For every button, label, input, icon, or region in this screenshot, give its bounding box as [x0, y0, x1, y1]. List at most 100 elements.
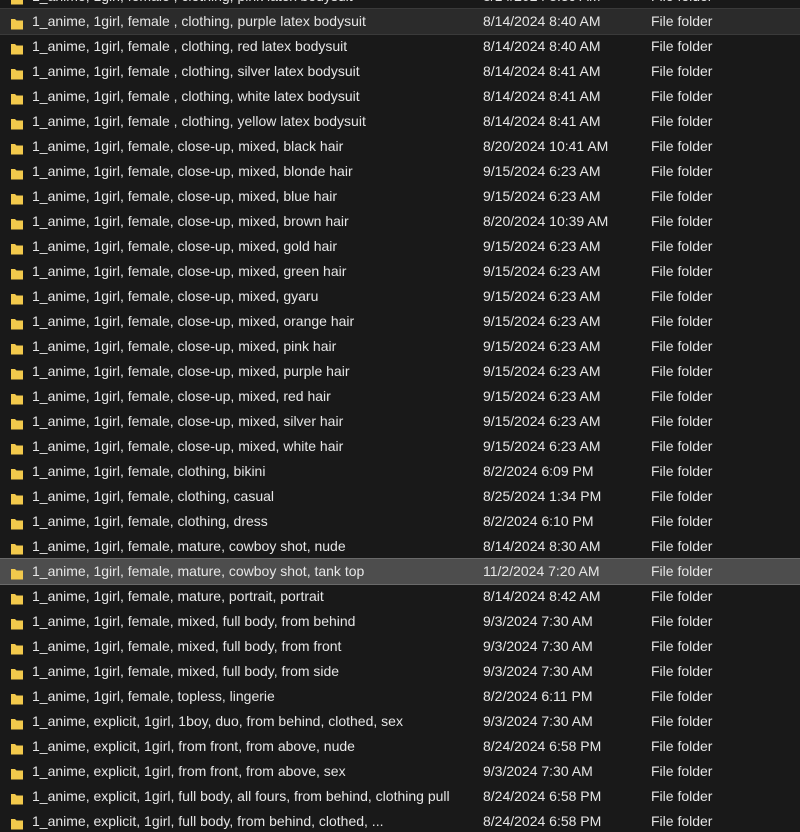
file-row[interactable]: 1_anime, 1girl, female , clothing, red l…	[0, 34, 800, 59]
file-row[interactable]: 1_anime, 1girl, female, close-up, mixed,…	[0, 359, 800, 384]
date-modified: 9/3/2024 7:30 AM	[483, 663, 593, 679]
file-row[interactable]: 1_anime, 1girl, female, topless, lingeri…	[0, 684, 800, 709]
file-row[interactable]: 1_anime, 1girl, female, clothing, dress 8…	[0, 509, 800, 534]
file-name: 1_anime, 1girl, female , clothing, white…	[32, 88, 360, 104]
date-modified: 8/14/2024 8:40 AM	[483, 13, 601, 29]
folder-icon	[10, 414, 24, 430]
folder-icon	[10, 589, 24, 605]
date-modified: 9/15/2024 6:23 AM	[483, 238, 601, 254]
file-type: File folder	[651, 588, 713, 604]
file-type: File folder	[651, 413, 713, 429]
folder-icon	[10, 739, 24, 755]
file-type: File folder	[651, 163, 713, 179]
file-row[interactable]: 1_anime, 1girl, female , clothing, pink …	[0, 0, 800, 9]
file-type: File folder	[651, 613, 713, 629]
file-type: File folder	[651, 38, 713, 54]
file-name: 1_anime, 1girl, female, close-up, mixed,…	[32, 163, 353, 179]
file-row[interactable]: 1_anime, 1girl, female, close-up, mixed,…	[0, 184, 800, 209]
file-row[interactable]: 1_anime, 1girl, female, close-up, mixed,…	[0, 134, 800, 159]
file-row[interactable]: 1_anime, 1girl, female, close-up, mixed,…	[0, 159, 800, 184]
date-modified: 9/3/2024 7:30 AM	[483, 613, 593, 629]
file-type: File folder	[651, 538, 713, 554]
folder-icon	[10, 314, 24, 330]
folder-icon	[10, 614, 24, 630]
date-modified: 9/15/2024 6:23 AM	[483, 388, 601, 404]
date-modified: 9/15/2024 6:23 AM	[483, 363, 601, 379]
file-row[interactable]: 1_anime, 1girl, female, close-up, mixed,…	[0, 309, 800, 334]
file-list: 1_anime, 1girl, female , clothing, pink …	[0, 0, 800, 832]
folder-icon	[10, 539, 24, 555]
file-row[interactable]: 1_anime, 1girl, female , clothing, purpl…	[0, 8, 800, 35]
date-modified: 9/3/2024 7:30 AM	[483, 713, 593, 729]
file-name: 1_anime, 1girl, female, mature, cowboy s…	[32, 538, 346, 554]
file-row[interactable]: 1_anime, explicit, 1girl, full body, fro…	[0, 809, 800, 832]
folder-icon	[10, 664, 24, 680]
date-modified: 8/20/2024 10:39 AM	[483, 213, 609, 229]
folder-icon	[10, 339, 24, 355]
file-row[interactable]: 1_anime, 1girl, female, mixed, full body…	[0, 659, 800, 684]
file-row[interactable]: 1_anime, 1girl, female, close-up, mixed,…	[0, 384, 800, 409]
file-type: File folder	[651, 663, 713, 679]
file-name: 1_anime, 1girl, female , clothing, red l…	[32, 38, 348, 54]
folder-icon	[10, 689, 24, 705]
folder-icon	[10, 364, 24, 380]
file-row[interactable]: 1_anime, 1girl, female , clothing, silve…	[0, 59, 800, 84]
date-modified: 8/2/2024 6:09 PM	[483, 463, 594, 479]
folder-icon	[10, 14, 24, 30]
file-row[interactable]: 1_anime, 1girl, female, mature, cowboy s…	[0, 534, 800, 559]
file-row[interactable]: 1_anime, explicit, 1girl, 1boy, duo, fro…	[0, 709, 800, 734]
date-modified: 11/2/2024 7:20 AM	[483, 563, 600, 579]
file-row[interactable]: 1_anime, 1girl, female , clothing, yello…	[0, 109, 800, 134]
file-row[interactable]: 1_anime, 1girl, female, close-up, mixed,…	[0, 409, 800, 434]
file-type: File folder	[651, 438, 713, 454]
folder-icon	[10, 489, 24, 505]
file-row[interactable]: 1_anime, 1girl, female, mixed, full body…	[0, 634, 800, 659]
file-name: 1_anime, 1girl, female, topless, lingeri…	[32, 688, 275, 704]
file-row[interactable]: 1_anime, 1girl, female, mixed, full body…	[0, 609, 800, 634]
file-name: 1_anime, 1girl, female, close-up, mixed,…	[32, 313, 355, 329]
file-name: 1_anime, 1girl, female , clothing, pink …	[32, 0, 472, 9]
file-row[interactable]: 1_anime, 1girl, female, close-up, mixed,…	[0, 284, 800, 309]
file-type: File folder	[651, 288, 713, 304]
file-row[interactable]: 1_anime, 1girl, female, close-up, mixed,…	[0, 209, 800, 234]
file-name: 1_anime, 1girl, female, clothing, dress	[32, 513, 268, 529]
folder-icon	[10, 564, 24, 580]
file-row[interactable]: 1_anime, 1girl, female, mature, cowboy s…	[0, 558, 800, 585]
file-row[interactable]: 1_anime, 1girl, female, mature, portrait…	[0, 584, 800, 609]
file-name: 1_anime, 1girl, female, close-up, mixed,…	[32, 288, 319, 304]
file-row[interactable]: 1_anime, 1girl, female, close-up, mixed,…	[0, 259, 800, 284]
folder-icon	[10, 89, 24, 105]
date-modified: 9/15/2024 6:23 AM	[483, 263, 601, 279]
date-modified: 8/14/2024 8:39 AM	[483, 0, 633, 9]
file-type: File folder	[651, 238, 713, 254]
date-modified: 8/14/2024 8:41 AM	[483, 63, 601, 79]
folder-icon	[10, 714, 24, 730]
file-name: 1_anime, 1girl, female , clothing, yello…	[32, 113, 366, 129]
file-name: 1_anime, 1girl, female, close-up, mixed,…	[32, 413, 344, 429]
date-modified: 8/14/2024 8:41 AM	[483, 113, 601, 129]
folder-icon	[10, 214, 24, 230]
folder-icon	[10, 264, 24, 280]
file-name: 1_anime, explicit, 1girl, full body, fro…	[32, 813, 384, 829]
file-row[interactable]: 1_anime, explicit, 1girl, from front, fr…	[0, 734, 800, 759]
file-row[interactable]: 1_anime, explicit, 1girl, from front, fr…	[0, 759, 800, 784]
file-name: 1_anime, explicit, 1girl, from front, fr…	[32, 763, 346, 779]
file-name: 1_anime, 1girl, female , clothing, purpl…	[32, 13, 366, 29]
file-type: File folder	[651, 388, 713, 404]
file-row[interactable]: 1_anime, 1girl, female, close-up, mixed,…	[0, 434, 800, 459]
file-row[interactable]: 1_anime, explicit, 1girl, full body, all…	[0, 784, 800, 809]
date-modified: 8/20/2024 10:41 AM	[483, 138, 609, 154]
file-row[interactable]: 1_anime, 1girl, female, close-up, mixed,…	[0, 334, 800, 359]
file-row[interactable]: 1_anime, 1girl, female, close-up, mixed,…	[0, 234, 800, 259]
file-row[interactable]: 1_anime, 1girl, female, clothing, bikini…	[0, 459, 800, 484]
file-type: File folder	[651, 313, 713, 329]
date-modified: 9/3/2024 7:30 AM	[483, 638, 593, 654]
file-type: File folder	[651, 63, 713, 79]
file-row[interactable]: 1_anime, 1girl, female , clothing, white…	[0, 84, 800, 109]
file-type: File folder	[651, 713, 713, 729]
date-modified: 8/25/2024 1:34 PM	[483, 488, 602, 504]
file-row[interactable]: 1_anime, 1girl, female, clothing, casual…	[0, 484, 800, 509]
file-name: 1_anime, 1girl, female, close-up, mixed,…	[32, 213, 349, 229]
file-name: 1_anime, 1girl, female, clothing, bikini	[32, 463, 266, 479]
file-type: File folder	[651, 738, 713, 754]
